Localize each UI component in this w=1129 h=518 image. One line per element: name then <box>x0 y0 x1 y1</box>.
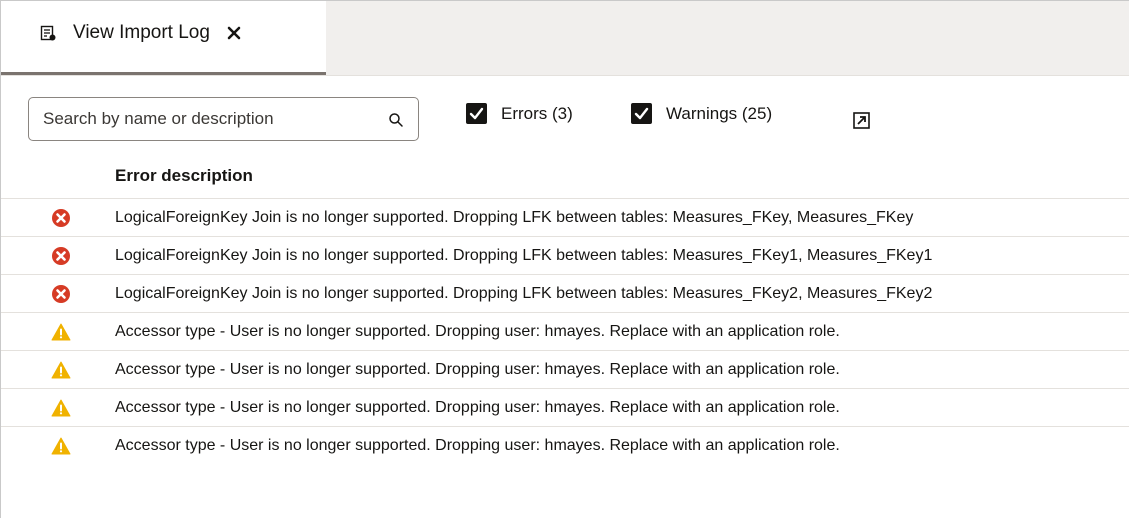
errors-filter-checkbox[interactable]: Errors (3) <box>466 103 573 124</box>
table-row: LogicalForeignKey Join is no longer supp… <box>1 237 1129 275</box>
warning-icon <box>51 360 71 380</box>
tab-view-import-log[interactable]: View Import Log <box>1 1 326 75</box>
error-icon <box>51 284 71 304</box>
row-description: Accessor type - User is no longer suppor… <box>115 398 840 416</box>
table-row: Accessor type - User is no longer suppor… <box>1 427 1129 464</box>
close-icon[interactable] <box>226 25 242 41</box>
column-header-error-description: Error description <box>115 166 253 185</box>
row-description: LogicalForeignKey Join is no longer supp… <box>115 246 933 264</box>
row-description: Accessor type - User is no longer suppor… <box>115 322 840 340</box>
row-description: Accessor type - User is no longer suppor… <box>115 360 840 378</box>
search-input[interactable] <box>41 108 375 130</box>
checkbox-checked-icon <box>631 103 652 124</box>
warnings-filter-checkbox[interactable]: Warnings (25) <box>631 103 772 124</box>
search-icon[interactable] <box>388 112 404 128</box>
table-row: Accessor type - User is no longer suppor… <box>1 389 1129 427</box>
warning-icon <box>51 322 71 342</box>
tab-strip: View Import Log <box>1 1 1129 76</box>
toolbar: Errors (3) Warnings (25) <box>28 97 1129 141</box>
tab-label: View Import Log <box>73 21 210 43</box>
row-description: LogicalForeignKey Join is no longer supp… <box>115 208 914 226</box>
table-header: Error description <box>1 154 1129 199</box>
table-row: Accessor type - User is no longer suppor… <box>1 351 1129 389</box>
error-icon <box>51 208 71 228</box>
table-row: Accessor type - User is no longer suppor… <box>1 313 1129 351</box>
popout-icon[interactable] <box>853 112 870 129</box>
warning-icon <box>51 398 71 418</box>
import-log-panel: View Import Log Search by name or descri… <box>0 0 1129 518</box>
import-log-table: Error description LogicalForeignKey Join… <box>1 154 1129 464</box>
row-description: LogicalForeignKey Join is no longer supp… <box>115 284 933 302</box>
checkbox-checked-icon <box>466 103 487 124</box>
errors-filter-label: Errors (3) <box>501 103 573 123</box>
log-icon <box>40 25 56 41</box>
warning-icon <box>51 436 71 456</box>
warnings-filter-label: Warnings (25) <box>666 103 773 123</box>
row-description: Accessor type - User is no longer suppor… <box>115 436 840 454</box>
table-row: LogicalForeignKey Join is no longer supp… <box>1 199 1129 237</box>
table-row: LogicalForeignKey Join is no longer supp… <box>1 275 1129 313</box>
error-icon <box>51 246 71 266</box>
search-box <box>28 97 419 141</box>
